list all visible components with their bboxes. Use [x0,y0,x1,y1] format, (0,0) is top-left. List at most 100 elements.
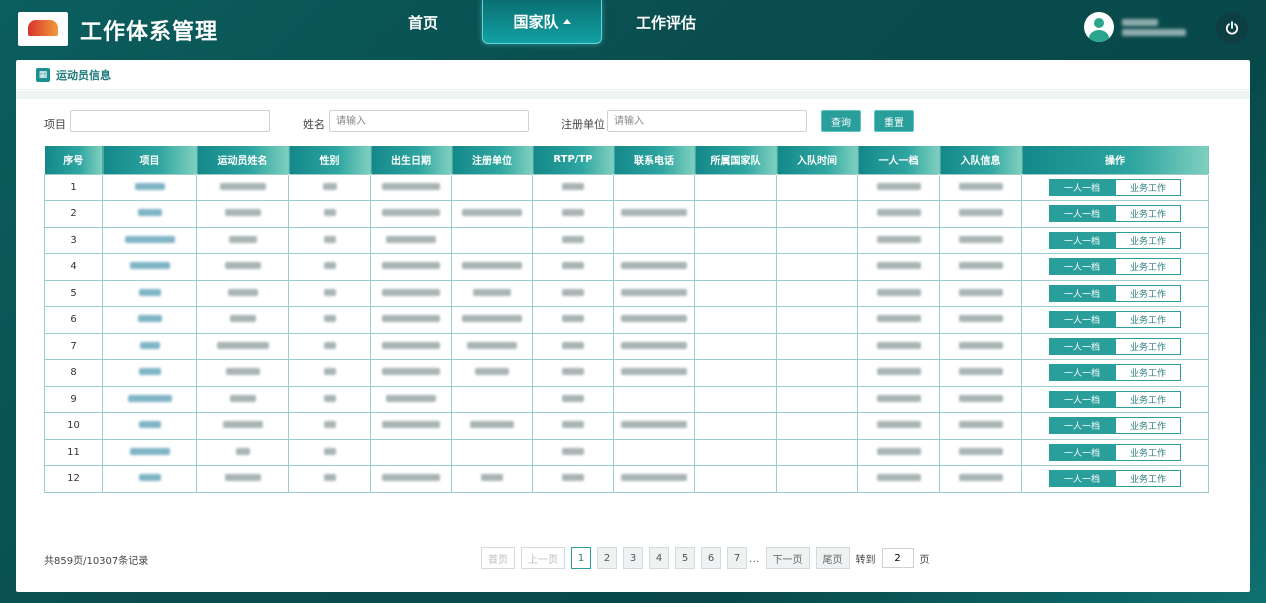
query-button[interactable]: 查询 [821,110,861,132]
reset-button[interactable]: 重置 [874,110,914,132]
main-nav: 首页 国家队 工作评估 [380,0,714,58]
table-cell [776,279,858,307]
row-number: 4 [44,253,103,281]
redacted-value [958,235,1003,243]
business-work-button[interactable]: 业务工作 [1115,364,1181,382]
profile-button[interactable]: 一人一档 [1049,364,1115,382]
business-work-button[interactable]: 业务工作 [1115,178,1181,196]
table-cell [102,465,197,493]
business-work-button[interactable]: 业务工作 [1115,231,1181,249]
redacted-value [323,209,336,217]
table-row: 9 一人一档 业务工作 [44,385,1209,413]
col-header[interactable]: RTP/TP [532,146,614,174]
name-label: 姓名 [303,118,325,131]
business-work-button[interactable]: 业务工作 [1115,417,1181,435]
name-input[interactable] [329,110,529,132]
col-header[interactable]: 性别 [288,146,371,174]
next-page-button[interactable]: 下一页 [765,547,810,569]
business-work-button[interactable]: 业务工作 [1115,311,1181,329]
redacted-value [562,341,584,349]
action-group: 一人一档 业务工作 [1049,258,1181,276]
page-button-2[interactable]: 2 [597,547,617,569]
table-cell [613,412,695,440]
col-header[interactable]: 序号 [44,146,103,174]
table-cell [776,465,858,493]
table-cell [451,412,533,440]
col-header[interactable]: 项目 [102,146,197,174]
business-work-button[interactable]: 业务工作 [1115,258,1181,276]
profile-button[interactable]: 一人一档 [1049,417,1115,435]
profile-button[interactable]: 一人一档 [1049,258,1115,276]
table-cell [451,332,533,360]
table-cell [939,279,1022,307]
redacted-value [876,368,921,376]
action-group: 一人一档 业务工作 [1049,284,1181,302]
table-cell [694,173,777,201]
profile-button[interactable]: 一人一档 [1049,284,1115,302]
table-cell [776,359,858,387]
col-header[interactable]: 所属国家队 [694,146,777,174]
user-avatar-icon[interactable] [1084,12,1114,42]
nav-home[interactable]: 首页 [380,0,466,44]
page-button-4[interactable]: 4 [649,547,669,569]
business-work-button[interactable]: 业务工作 [1115,470,1181,488]
profile-button[interactable]: 一人一档 [1049,231,1115,249]
col-header[interactable]: 操作 [1021,146,1209,174]
col-header[interactable]: 一人一档 [857,146,940,174]
business-work-button[interactable]: 业务工作 [1115,337,1181,355]
profile-button[interactable]: 一人一档 [1049,178,1115,196]
col-header[interactable]: 出生日期 [370,146,452,174]
user-menu[interactable] [1084,12,1186,42]
table-cell [532,412,614,440]
page-button-5[interactable]: 5 [675,547,695,569]
project-input[interactable] [70,110,270,132]
business-work-button[interactable]: 业务工作 [1115,205,1181,223]
profile-button[interactable]: 一人一档 [1049,390,1115,408]
table-cell [288,385,371,413]
row-number: 5 [44,279,103,307]
page-button-1[interactable]: 1 [571,547,591,569]
power-icon[interactable] [1216,12,1248,44]
col-header[interactable]: 入队时间 [776,146,858,174]
table-cell [370,200,452,228]
redacted-value [958,315,1003,323]
unit-label: 注册单位 [561,118,605,131]
col-header[interactable]: 入队信息 [939,146,1022,174]
page-button-7[interactable]: 7 [727,547,747,569]
redacted-value [958,341,1003,349]
business-work-button[interactable]: 业务工作 [1115,284,1181,302]
redacted-value [562,288,584,296]
redacted-value [224,474,261,482]
table-cell [939,253,1022,281]
table-cell [288,279,371,307]
table-cell [532,359,614,387]
redacted-value [225,368,260,376]
col-header[interactable]: 注册单位 [451,146,533,174]
table-row: 6 一人一档 业务工作 [44,306,1209,334]
table-cell [857,332,940,360]
profile-button[interactable]: 一人一档 [1049,311,1115,329]
table-cell [370,412,452,440]
profile-button[interactable]: 一人一档 [1049,205,1115,223]
col-header[interactable]: 运动员姓名 [196,146,289,174]
redacted-value [621,341,687,349]
redacted-value [473,288,511,296]
first-page-button[interactable]: 首页 [481,547,515,569]
profile-button[interactable]: 一人一档 [1049,443,1115,461]
profile-button[interactable]: 一人一档 [1049,337,1115,355]
business-work-button[interactable]: 业务工作 [1115,390,1181,408]
goto-page-input[interactable] [881,548,914,568]
page-button-6[interactable]: 6 [701,547,721,569]
redacted-value [138,474,161,482]
nav-work-evaluation[interactable]: 工作评估 [618,0,714,44]
page-button-3[interactable]: 3 [623,547,643,569]
nav-national-team[interactable]: 国家队 [482,0,602,44]
last-page-button[interactable]: 尾页 [815,547,850,569]
redacted-value [462,262,522,270]
prev-page-button[interactable]: 上一页 [521,547,565,569]
col-header[interactable]: 联系电话 [613,146,695,174]
unit-input[interactable] [607,110,807,132]
business-work-button[interactable]: 业务工作 [1115,443,1181,461]
table-cell [451,253,533,281]
profile-button[interactable]: 一人一档 [1049,470,1115,488]
